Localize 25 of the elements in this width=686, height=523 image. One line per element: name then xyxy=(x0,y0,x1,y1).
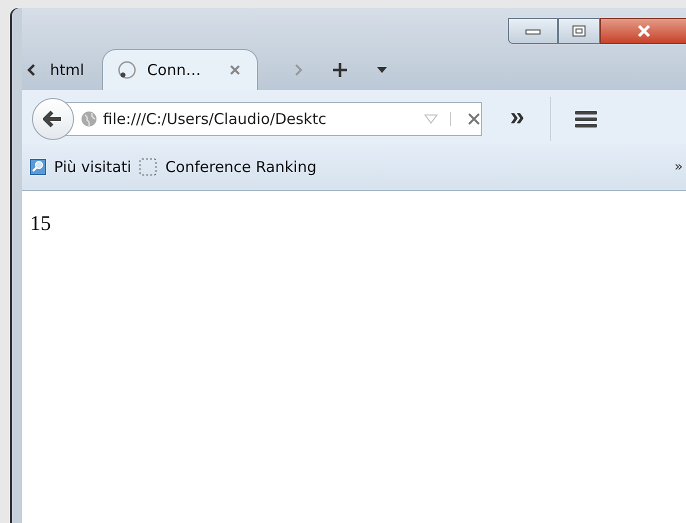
loading-icon xyxy=(117,60,138,80)
close-icon xyxy=(636,24,652,38)
browser-tab[interactable]: html xyxy=(42,50,96,90)
minimize-button[interactable] xyxy=(508,18,558,44)
menu-icon[interactable] xyxy=(575,110,598,128)
overflow-button[interactable]: » xyxy=(500,100,534,138)
bookmarks-overflow-button[interactable]: » xyxy=(674,159,683,175)
bookmark-item[interactable]: Conference Ranking xyxy=(139,158,318,176)
back-arrow-icon xyxy=(43,110,63,128)
maximize-icon xyxy=(572,25,586,37)
back-button[interactable] xyxy=(32,98,74,140)
page-text: 15 xyxy=(30,211,51,235)
tab-list-icon[interactable] xyxy=(376,66,388,74)
close-tab-icon[interactable] xyxy=(228,64,241,76)
new-tab-icon[interactable] xyxy=(332,62,348,78)
maximize-button[interactable] xyxy=(558,18,600,44)
minimize-icon xyxy=(525,27,541,35)
stop-icon[interactable] xyxy=(450,112,481,126)
address-text: file:///C:/Users/Claudio/Desktc xyxy=(103,110,328,128)
globe-icon xyxy=(81,111,97,127)
search-page-icon xyxy=(30,159,46,175)
close-button[interactable] xyxy=(600,18,686,44)
blank-page-icon xyxy=(139,158,158,176)
bookmark-item[interactable]: Più visitati xyxy=(30,158,134,176)
browser-tab[interactable]: Conn… xyxy=(102,49,258,90)
